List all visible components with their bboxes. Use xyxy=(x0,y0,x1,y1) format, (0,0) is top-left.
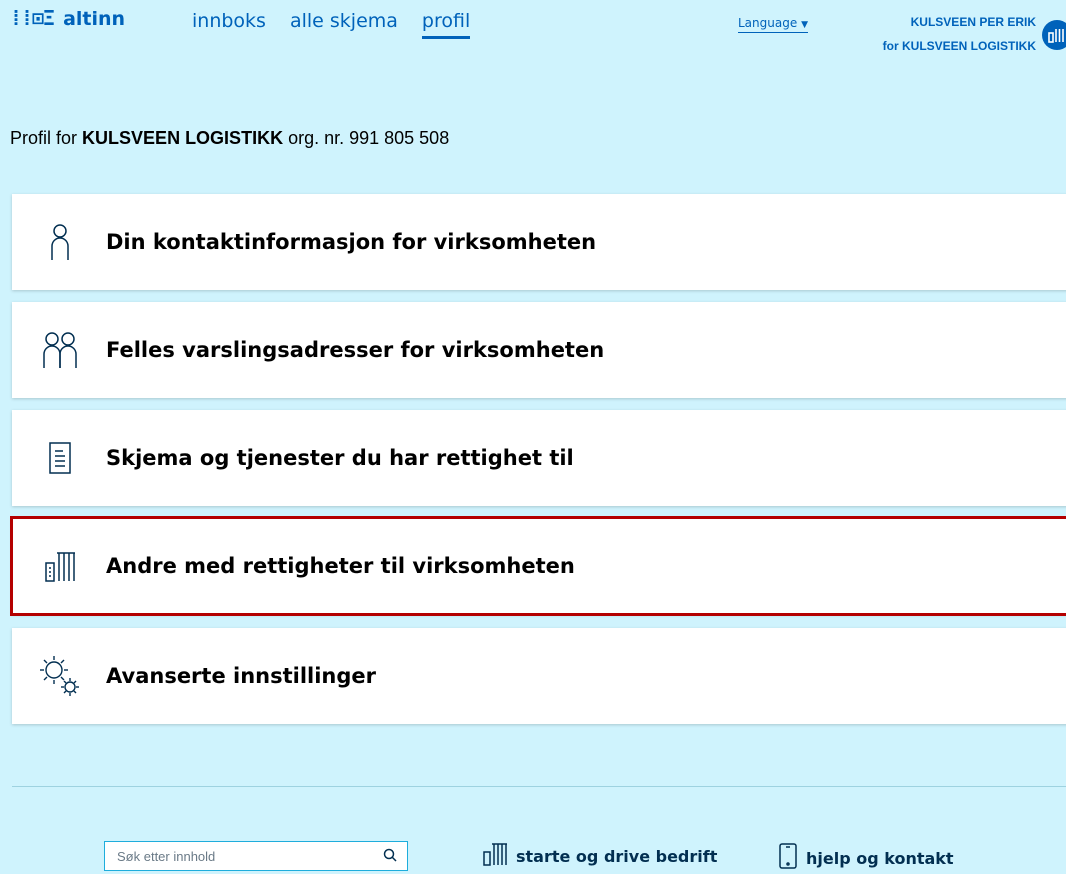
person-icon xyxy=(36,218,84,266)
footer-divider xyxy=(12,786,1066,787)
caret-down-icon: ▼ xyxy=(801,20,808,30)
gears-icon xyxy=(36,652,84,700)
link-label: hjelp og kontakt xyxy=(806,848,954,868)
nav-alle-skjema[interactable]: alle skjema xyxy=(290,10,398,39)
language-label: Language xyxy=(738,16,798,30)
org-number: org. nr. 991 805 508 xyxy=(288,128,450,148)
user-name: KULSVEEN PER ERIK xyxy=(910,15,1036,29)
altinn-logo-mark: ⁞⁞⊡Ξ xyxy=(10,6,55,30)
building-icon xyxy=(482,842,508,870)
altinn-logo[interactable]: ⁞⁞⊡Ξ altinn xyxy=(10,6,125,32)
search-icon[interactable] xyxy=(383,847,397,866)
link-hjelp-kontakt[interactable]: hjelp og kontakt xyxy=(778,842,954,874)
nav-innboks[interactable]: innboks xyxy=(192,10,266,39)
org-name: KULSVEEN LOGISTIKK xyxy=(82,128,284,148)
link-starte-drive-bedrift[interactable]: starte og drive bedrift xyxy=(482,842,717,870)
building-avatar-icon[interactable] xyxy=(1042,20,1066,50)
nav-profil[interactable]: profil xyxy=(421,10,471,39)
card-label: Avanserte innstillinger xyxy=(106,664,377,688)
card-label: Felles varslingsadresser for virksomhete… xyxy=(106,338,605,362)
user-menu[interactable]: KULSVEEN PER ERIK for KULSVEEN LOGISTIKK xyxy=(883,10,1036,58)
card-andre-rettigheter[interactable]: Andre med rettigheter til virksomheten xyxy=(10,516,1066,616)
card-kontaktinformasjon[interactable]: Din kontaktinformasjon for virksomheten xyxy=(12,194,1066,290)
people-icon xyxy=(36,326,84,374)
search-input[interactable] xyxy=(115,847,383,865)
card-label: Andre med rettigheter til virksomheten xyxy=(106,554,575,578)
building-icon xyxy=(36,542,84,590)
language-dropdown[interactable]: Language ▼ xyxy=(738,16,808,33)
altinn-logo-text: altinn xyxy=(63,8,126,30)
profile-prefix: Profil for xyxy=(10,128,78,148)
card-label: Skjema og tjenester du har rettighet til xyxy=(106,446,574,470)
profile-heading: Profil for KULSVEEN LOGISTIKK org. nr. 9… xyxy=(10,128,449,149)
main-nav: innboks alle skjema profil xyxy=(192,10,494,39)
link-label: starte og drive bedrift xyxy=(516,846,718,866)
card-avanserte-innstillinger[interactable]: Avanserte innstillinger xyxy=(12,628,1066,724)
card-varslingsadresser[interactable]: Felles varslingsadresser for virksomhete… xyxy=(12,302,1066,398)
search-box xyxy=(104,841,408,871)
phone-icon xyxy=(778,842,798,874)
document-icon xyxy=(36,434,84,482)
card-skjema-tjenester[interactable]: Skjema og tjenester du har rettighet til xyxy=(12,410,1066,506)
card-label: Din kontaktinformasjon for virksomheten xyxy=(106,230,597,254)
user-org: for KULSVEEN LOGISTIKK xyxy=(882,39,1036,53)
